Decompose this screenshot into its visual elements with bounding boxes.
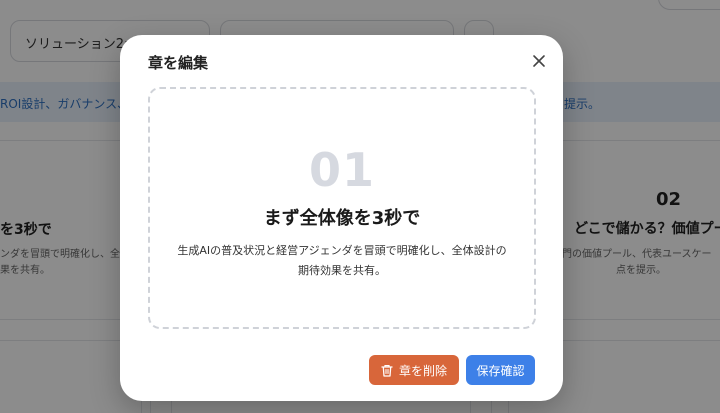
close-icon[interactable] <box>531 53 547 69</box>
delete-chapter-label: 章を削除 <box>398 363 447 378</box>
delete-chapter-button[interactable]: 章を削除 <box>369 355 459 385</box>
trash-icon <box>381 364 393 377</box>
chapter-preview: 01 まず全体像を3秒で 生成AIの普及状況と経営アジェンダを冒頭で明確化し、全… <box>148 87 536 329</box>
save-confirm-button[interactable]: 保存確認 <box>466 355 535 385</box>
modal-title: 章を編集 <box>148 54 209 72</box>
edit-chapter-modal: 章を編集 01 まず全体像を3秒で 生成AIの普及状況と経営アジェンダを冒頭で明… <box>120 35 563 401</box>
chapter-description: 生成AIの普及状況と経営アジェンダを冒頭で明確化し、全体設計の期待効果を共有。 <box>177 244 507 277</box>
chapter-number: 01 <box>308 143 375 197</box>
chapter-title: まず全体像を3秒で <box>263 208 421 229</box>
save-confirm-label: 保存確認 <box>476 363 525 378</box>
